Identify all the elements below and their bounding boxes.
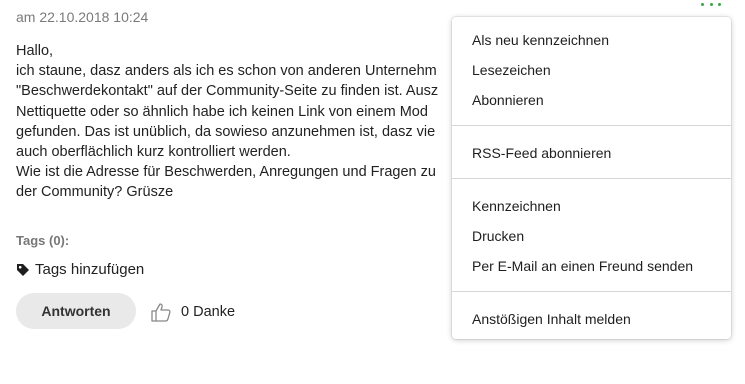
post-line: Nettiquette oder so ähnlich habe ich kei…	[16, 103, 428, 120]
post-line: "Beschwerdekontakt" auf der Community-Se…	[16, 83, 439, 100]
post-line: Wie ist die Adresse für Beschwerden, Anr…	[16, 164, 436, 181]
post-line: der Community? Grüsze	[16, 184, 174, 201]
menu-separator	[452, 178, 731, 179]
dot	[718, 2, 721, 6]
menu-item-email-friend[interactable]: Per E-Mail an einen Freund senden	[472, 258, 693, 274]
add-tags-label: Tags hinzufügen	[35, 261, 145, 278]
reply-button[interactable]: Antworten	[16, 293, 136, 329]
post-line: gefunden. Das ist unüblich, da sowieso a…	[16, 123, 436, 140]
menu-item-mark-unread[interactable]: Als neu kennzeichnen	[472, 32, 609, 48]
thanks-count: 0 Danke	[181, 304, 236, 320]
menu-item-bookmark[interactable]: Lesezeichen	[472, 62, 551, 78]
post-line: ich staune, dasz anders als ich es schon…	[16, 63, 437, 80]
post-body: Hallo, ich staune, dasz anders als ich e…	[16, 41, 476, 203]
menu-item-report[interactable]: Anstößigen Inhalt melden	[472, 311, 631, 327]
menu-item-rss[interactable]: RSS-Feed abonnieren	[472, 145, 611, 161]
menu-separator	[452, 125, 731, 126]
options-menu: Als neu kennzeichnen Lesezeichen Abonnie…	[452, 17, 731, 339]
dot	[701, 2, 704, 6]
add-tags-link[interactable]: Tags hinzufügen	[16, 261, 144, 278]
thanks-button[interactable]: 0 Danke	[150, 302, 235, 322]
menu-item-subscribe[interactable]: Abonnieren	[472, 92, 544, 108]
menu-item-print[interactable]: Drucken	[472, 228, 524, 244]
dot	[709, 2, 713, 6]
post-timestamp: am 22.10.2018 10:24	[16, 9, 149, 25]
menu-item-flag[interactable]: Kennzeichnen	[472, 198, 561, 214]
tag-icon	[16, 263, 30, 277]
menu-separator	[452, 291, 731, 292]
post-line: auch oberflächlich kurz kontrolliert wer…	[16, 143, 291, 160]
tags-label: Tags (0):	[16, 233, 70, 248]
post-line: Hallo,	[16, 43, 54, 59]
thumbs-up-icon[interactable]	[150, 302, 172, 322]
more-options-icon[interactable]	[701, 0, 721, 8]
